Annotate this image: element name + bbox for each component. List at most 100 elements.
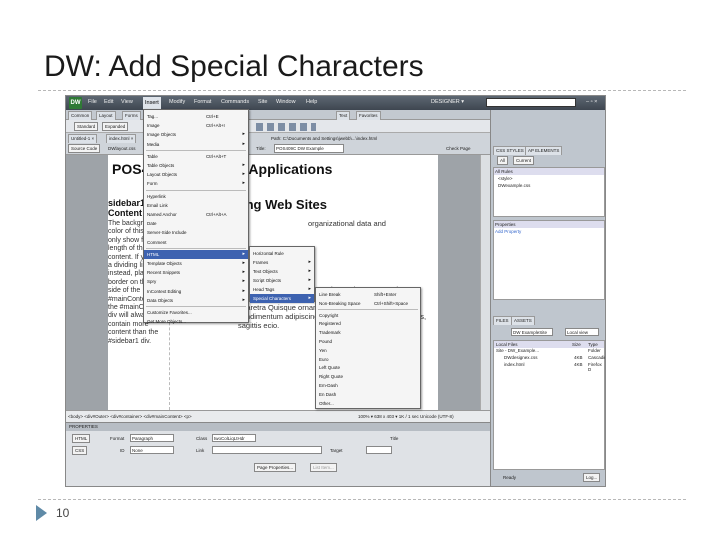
id-select[interactable]: None <box>130 446 174 454</box>
special-char-item[interactable]: Euro <box>316 355 420 364</box>
insert-menu-item[interactable]: Table Objects ▸ <box>144 161 248 170</box>
vertical-scrollbar[interactable] <box>480 155 490 410</box>
standard-button[interactable]: Standard <box>74 122 99 131</box>
insert-menu-item[interactable]: Template Objects ▸ <box>144 259 248 268</box>
tag-selector[interactable]: <body> <div#Outer> <div#container> <div#… <box>68 414 248 419</box>
insert-menu-item[interactable]: Layout Objects ▸ <box>144 170 248 179</box>
html-submenu-item[interactable]: Horizontal Rule <box>250 249 314 258</box>
insert-menu-item[interactable]: Named Anchor Ctrl+Alt+A <box>144 210 248 219</box>
html-mode-button[interactable]: HTML <box>72 434 91 443</box>
insert-menu-item[interactable]: Comment <box>144 238 248 247</box>
view-select[interactable]: Local view <box>565 328 599 336</box>
special-char-item[interactable]: Em-Dash <box>316 381 420 390</box>
css-file-link[interactable]: DWlayout.css <box>108 146 136 151</box>
special-char-item[interactable]: Right Quote <box>316 372 420 381</box>
menu-site[interactable]: Site <box>258 99 267 105</box>
properties-list: Properties Add Property <box>493 220 605 300</box>
doc-tab-untitled[interactable]: Untitled-1 × <box>68 134 98 143</box>
doc-tab-index[interactable]: index.html × <box>106 134 137 143</box>
page-properties-button[interactable]: Page Properties... <box>254 463 297 472</box>
insert-menu-item[interactable]: Data Objects ▸ <box>144 296 248 305</box>
rule-style[interactable]: <style> <box>494 175 604 182</box>
expanded-button[interactable]: Expanded <box>102 122 129 131</box>
log-button[interactable]: Log... <box>583 473 601 482</box>
menu-commands[interactable]: Commands <box>221 99 249 105</box>
special-char-item[interactable]: Left Quote <box>316 363 420 372</box>
special-char-item[interactable]: Pound <box>316 337 420 346</box>
menu-insert[interactable]: Insert <box>143 97 161 109</box>
list-item-button[interactable]: List Item... <box>310 463 337 472</box>
search-input[interactable] <box>486 98 576 107</box>
insert-menu-item[interactable]: Date <box>144 219 248 228</box>
insert-menu-item[interactable]: Customize Favorites... <box>144 308 248 317</box>
tab-common[interactable]: Common <box>68 111 93 120</box>
format-select[interactable]: Paragraph <box>130 434 174 442</box>
html-submenu-item[interactable]: Frames ▸ <box>250 258 314 267</box>
file-type: Cascadin <box>588 355 606 360</box>
html-submenu-item[interactable]: Special Characters ▸ <box>250 294 314 303</box>
menu-format[interactable]: Format <box>194 99 211 105</box>
site-select[interactable]: DW ExampleSite <box>511 328 553 336</box>
special-char-item[interactable]: Copyright <box>316 311 420 320</box>
insert-menu-item[interactable]: Server-Side Include <box>144 228 248 237</box>
menu-file[interactable]: File <box>88 99 97 105</box>
source-code-button[interactable]: Source Code <box>68 144 101 153</box>
insert-menu-item[interactable]: InContext Editing ▸ <box>144 287 248 296</box>
target-select[interactable] <box>366 446 392 454</box>
special-char-item[interactable]: Registered <box>316 319 420 328</box>
insert-menu-item[interactable]: Image Ctrl+Alt+I <box>144 121 248 130</box>
special-char-item[interactable]: Non-Breaking Space Ctrl+Shift+Space <box>316 299 420 308</box>
insert-menu-item[interactable]: Table Ctrl+Alt+T <box>144 152 248 161</box>
file-row[interactable]: DWdesignex.css 4KB Cascadin <box>494 355 606 362</box>
class-select[interactable]: twoColLiqLtHdr <box>212 434 256 442</box>
insert-menu-item[interactable]: Get More Objects... <box>144 317 248 326</box>
insert-menu-item[interactable]: HTML ▸ <box>144 249 248 259</box>
insert-menu-item[interactable]: Image Objects ▸ <box>144 130 248 139</box>
html-submenu-item[interactable]: Script Objects ▸ <box>250 276 314 285</box>
tab-favorites[interactable]: Favorites <box>356 111 381 120</box>
html-submenu-item[interactable]: Text Objects ▸ <box>250 267 314 276</box>
page-title-input[interactable]: POS409C DW Example <box>274 144 344 153</box>
workspace-switcher[interactable]: DESIGNER ▾ <box>431 99 464 105</box>
insert-menu-item[interactable]: Recent Snippets ▸ <box>144 268 248 277</box>
insert-menu-item[interactable]: Media ▸ <box>144 140 248 149</box>
css-mode-button[interactable]: CSS <box>72 446 88 455</box>
special-char-item[interactable]: En Dash <box>316 390 420 399</box>
menu-modify[interactable]: Modify <box>169 99 185 105</box>
menu-view[interactable]: View <box>121 99 133 105</box>
window-controls-icon[interactable]: – ▫ × <box>586 99 597 105</box>
insert-menu-item[interactable]: Hyperlink <box>144 192 248 201</box>
html-submenu-item[interactable]: Head Tags ▸ <box>250 285 314 294</box>
tab-layout[interactable]: Layout <box>96 111 116 120</box>
insert-menu-item-label: Image <box>147 123 160 129</box>
insert-menu-item[interactable]: Email Link <box>144 201 248 210</box>
menu-edit[interactable]: Edit <box>104 99 113 105</box>
rule-css-file[interactable]: DWexample.css <box>494 182 604 189</box>
special-char-item[interactable]: Line Break Shift+Enter <box>316 290 420 299</box>
menu-help[interactable]: Help <box>306 99 317 105</box>
tab-ap-elements[interactable]: AP ELEMENTS <box>525 146 563 155</box>
submenu-arrow-icon: ▸ <box>242 296 245 303</box>
special-char-item[interactable]: Other... <box>316 399 420 408</box>
tab-files[interactable]: FILES <box>493 316 512 325</box>
insert-menu-item[interactable]: Tag... Ctrl+E <box>144 112 248 121</box>
insert-menu-item[interactable]: Form ▸ <box>144 179 248 188</box>
tab-css-styles[interactable]: CSS STYLES <box>493 146 527 155</box>
check-page-button[interactable]: Check Page <box>446 146 471 151</box>
all-button[interactable]: All <box>497 156 509 165</box>
special-char-item[interactable]: Yen <box>316 346 420 355</box>
tab-forms[interactable]: Forms <box>122 111 141 120</box>
current-button[interactable]: Current <box>513 156 535 165</box>
tab-text[interactable]: Text <box>336 111 351 120</box>
file-row[interactable]: index.html 4KB Firefox D <box>494 362 604 372</box>
toolbar-icons[interactable] <box>256 123 316 131</box>
special-char-item[interactable]: Trademark <box>316 328 420 337</box>
link-input[interactable] <box>212 446 322 454</box>
page-title-label: Title: <box>256 146 266 151</box>
menu-window[interactable]: Window <box>276 99 296 105</box>
properties-panel: PROPERTIES HTML CSS Format Paragraph ID … <box>66 422 490 486</box>
insert-menu-item[interactable]: Spry ▸ <box>144 277 248 286</box>
file-row[interactable]: Site - DW_Example... Folder <box>494 348 604 355</box>
tab-assets[interactable]: ASSETS <box>511 316 535 325</box>
add-property-link[interactable]: Add Property <box>494 228 604 235</box>
